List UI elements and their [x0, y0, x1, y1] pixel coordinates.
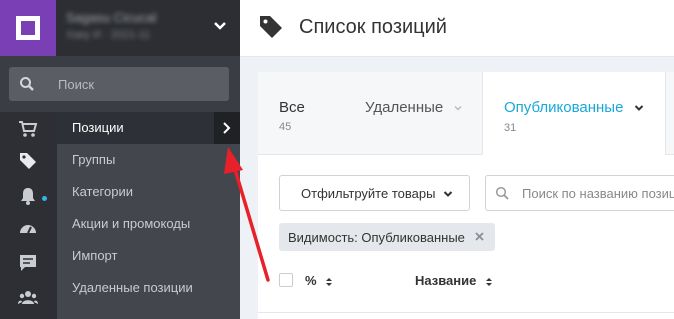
notification-dot: [42, 196, 47, 201]
search-icon: [20, 77, 34, 91]
product-search-placeholder: Поиск по названию позиции: [522, 186, 674, 201]
tab-published-label: Опубликованные: [504, 99, 624, 116]
submenu-item-positions[interactable]: Позиции: [57, 112, 240, 144]
sidebar-search[interactable]: Поиск: [9, 67, 229, 101]
submenu-item-promotions[interactable]: Акции и промокоды: [72, 216, 190, 231]
column-header-percent-label: %: [305, 273, 317, 288]
submenu-expand[interactable]: [214, 112, 240, 144]
users-icon[interactable]: [17, 286, 39, 308]
gauge-icon[interactable]: [17, 218, 39, 240]
filter-button-label: Отфильтруйте товары: [301, 186, 436, 201]
filter-chip: Видимость: Опубликованные: [279, 223, 495, 251]
logo: [0, 0, 56, 56]
sort-icon: [326, 277, 333, 286]
table-divider: [258, 312, 674, 313]
tab-all[interactable]: Все 45: [279, 99, 305, 133]
column-header-percent[interactable]: %: [305, 273, 333, 288]
submenu-item-import[interactable]: Импорт: [72, 248, 117, 263]
product-search-input[interactable]: Поиск по названию позиции: [485, 175, 674, 211]
tag-icon: [260, 16, 282, 38]
chevron-down-icon[interactable]: [633, 102, 645, 114]
sidebar: Sagasu Cicucal Хаку И · 2021-11 Поиск Гр…: [0, 0, 240, 319]
chat-icon[interactable]: [17, 252, 39, 274]
cart-icon[interactable]: [17, 118, 39, 140]
column-header-name-label: Название: [415, 273, 477, 288]
page-header: Список позиций: [240, 0, 674, 57]
icon-rail: [0, 112, 57, 319]
tab-published[interactable]: Опубликованные 31: [482, 72, 666, 155]
chevron-right-icon: [223, 122, 231, 134]
chevron-down-icon: [443, 191, 453, 197]
chevron-down-icon: [454, 106, 462, 111]
account-switcher[interactable]: Sagasu Cicucal Хаку И · 2021-11: [0, 0, 240, 56]
page-title: Список позиций: [299, 16, 447, 38]
select-all-checkbox[interactable]: [279, 273, 293, 287]
close-icon[interactable]: [473, 230, 486, 243]
column-header-name[interactable]: Название: [415, 273, 493, 288]
submenu-item-groups[interactable]: Группы: [72, 152, 115, 167]
submenu-item-categories[interactable]: Категории: [72, 184, 133, 199]
chevron-down-icon[interactable]: [210, 16, 230, 36]
tab-all-label: Все: [279, 99, 305, 116]
filter-button[interactable]: Отфильтруйте товары: [279, 175, 470, 211]
filter-chip-label: Видимость: Опубликованные: [288, 230, 465, 245]
tab-deleted-label: Удаленные: [365, 99, 444, 116]
tab-published-count: 31: [504, 122, 517, 134]
account-subtitle: Хаку И · 2021-11: [66, 29, 151, 41]
sort-icon: [486, 277, 492, 286]
tab-all-count: 45: [279, 121, 292, 133]
tab-deleted[interactable]: Удаленные: [365, 99, 463, 116]
search-icon: [495, 186, 509, 200]
tag-icon[interactable]: [17, 150, 39, 172]
submenu-item-positions-label: Позиции: [72, 120, 124, 135]
account-name: Sagasu Cicucal: [66, 10, 157, 25]
bell-icon[interactable]: [17, 185, 39, 207]
sidebar-search-placeholder: Поиск: [58, 77, 95, 92]
submenu-item-deleted[interactable]: Удаленные позиции: [72, 280, 193, 295]
